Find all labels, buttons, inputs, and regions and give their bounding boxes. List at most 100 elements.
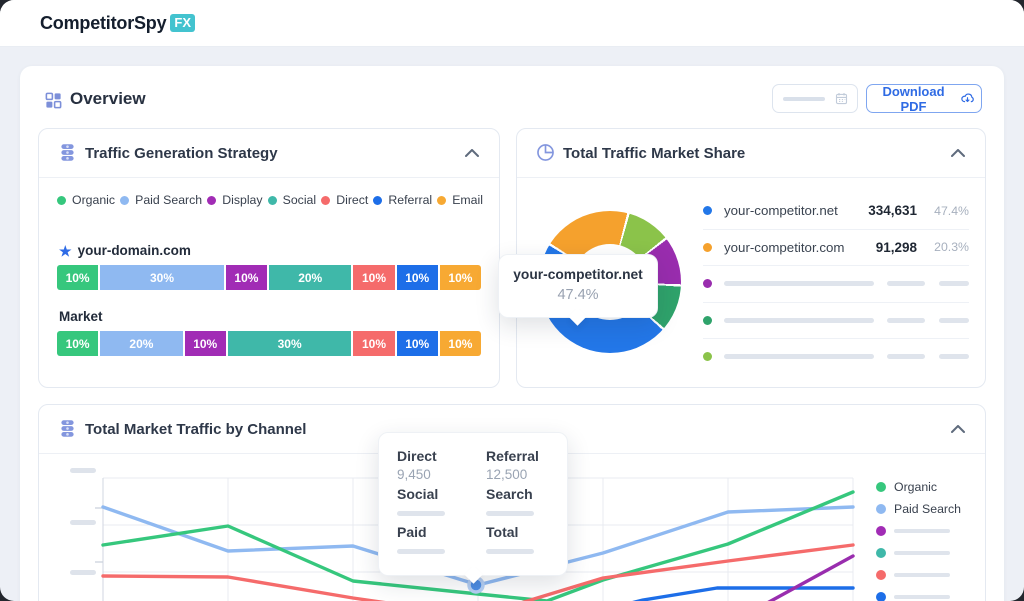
tooltip-entry-label: Referral [486,448,549,464]
tooltip-competitor-name: your-competitor.net [499,267,657,282]
competitor-dot [703,316,712,325]
bar-segment[interactable]: 10% [397,265,438,290]
stacked-bar: 10%30%10%20%10%10%10% [57,265,481,290]
tooltip-value-skeleton [486,511,534,516]
top-navbar: CompetitorSpy FX [0,0,1024,47]
market-share-row: your-competitor.net334,63147.4% [703,193,969,230]
legend-item-direct[interactable]: Direct [321,193,368,207]
legend-item-skeleton[interactable] [876,586,961,601]
download-pdf-label: Download PDF [873,84,954,114]
tooltip-entry-paid: Paid [397,524,460,562]
bar-segment[interactable]: 10% [226,265,267,290]
tooltip-entry-referral: Referral 12,500 [486,448,549,486]
legend-dot [373,196,382,205]
tooltip-entry-label: Direct [397,448,460,464]
legend-label: Organic [72,193,115,207]
bar-segment[interactable]: 10% [353,331,394,356]
page-title: Overview [70,89,146,109]
legend-item-display[interactable]: Display [207,193,262,207]
bar-segment[interactable]: 10% [57,265,98,290]
bar-segment[interactable]: 10% [185,331,226,356]
legend-label: Social [283,193,317,207]
market-share-row [703,303,969,340]
channel-chart-legend: Organic Paid Search [876,476,961,601]
bar-segment[interactable]: 10% [440,265,481,290]
market-share-row [703,339,969,375]
market-share-row [703,266,969,303]
tooltip-entry-label: Social [397,486,460,502]
tooltip-competitor-share: 47.4% [499,287,657,303]
value-skeleton [887,281,925,286]
card-title: Total Traffic Market Share [563,145,745,162]
legend-item-email[interactable]: Email [437,193,483,207]
row-name: Market [59,309,103,324]
tooltip-entry-value: 9,450 [397,467,460,482]
legend-label-skeleton [894,595,950,599]
collapse-chevron-icon[interactable] [951,425,965,433]
legend-dot [120,196,129,205]
bar-segment[interactable]: 30% [228,331,352,356]
strategy-legend: Organic Paid Search Display Social Direct Ref… [57,189,483,211]
legend-dot [437,196,446,205]
competitor-share-percent: 20.3% [927,240,969,254]
legend-label-skeleton [894,529,950,533]
legend-label-skeleton [894,551,950,555]
percent-skeleton [939,281,969,286]
legend-item-skeleton[interactable] [876,542,961,564]
cloud-download-icon [960,90,975,107]
bar-segment[interactable]: 30% [100,265,224,290]
legend-label: Display [222,193,262,207]
brand-name: CompetitorSpy [40,13,166,34]
brand-badge: FX [170,14,195,32]
traffic-generation-strategy-card: Traffic Generation Strategy OrganicPaid … [38,128,500,388]
bar-segment[interactable]: 10% [397,331,438,356]
legend-item-organic[interactable]: Organic [876,476,961,498]
legend-dot [876,482,886,492]
legend-label: Organic [894,480,937,494]
tooltip-entry-label: Search [486,486,549,502]
legend-dot [876,592,886,601]
legend-label: Email [452,193,483,207]
percent-skeleton [939,318,969,323]
bar-segment[interactable]: 20% [100,331,182,356]
tooltip-entry-value: 12,500 [486,467,549,482]
row-name: your-domain.com [78,243,191,258]
app-window: CompetitorSpy FX Overview Download PDF [0,0,1024,601]
pie-chart-icon [535,142,556,163]
competitor-dot [703,243,712,252]
legend-item-organic[interactable]: Organic [57,193,115,207]
stacked-bar-row-label: ★your-domain.com [59,243,191,258]
bar-segment[interactable]: 10% [353,265,394,290]
date-range-input[interactable] [772,84,858,113]
divider [39,177,499,178]
legend-label: Paid Search [894,502,961,516]
legend-dot [876,548,886,558]
legend-item-paid-search[interactable]: Paid Search [120,193,202,207]
donut-tooltip: your-competitor.net 47.4% [498,254,658,318]
competitor-name: your-competitor.com [724,240,876,255]
download-pdf-button[interactable]: Download PDF [866,84,982,113]
legend-item-skeleton[interactable] [876,564,961,586]
collapse-chevron-icon[interactable] [465,149,479,157]
bar-segment[interactable]: 10% [440,331,481,356]
legend-item-skeleton[interactable] [876,520,961,542]
competitor-dot [703,352,712,361]
tooltip-entry-total: Total [486,524,549,562]
tooltip-entry-label: Total [486,524,549,540]
competitor-dot [703,206,712,215]
legend-dot [207,196,216,205]
legend-item-referral[interactable]: Referral [373,193,432,207]
legend-item-social[interactable]: Social [268,193,317,207]
legend-item-paid-search[interactable]: Paid Search [876,498,961,520]
competitor-name-skeleton [724,354,874,359]
bar-segment[interactable]: 10% [57,331,98,356]
traffic-strategy-icon [57,142,78,163]
legend-dot [876,570,886,580]
tooltip-value-skeleton [486,549,534,554]
competitor-dot [703,279,712,288]
bar-segment[interactable]: 20% [269,265,351,290]
dashboard-grid-icon [44,91,63,110]
calendar-icon [834,91,849,106]
collapse-chevron-icon[interactable] [951,149,965,157]
competitor-name-skeleton [724,281,874,286]
